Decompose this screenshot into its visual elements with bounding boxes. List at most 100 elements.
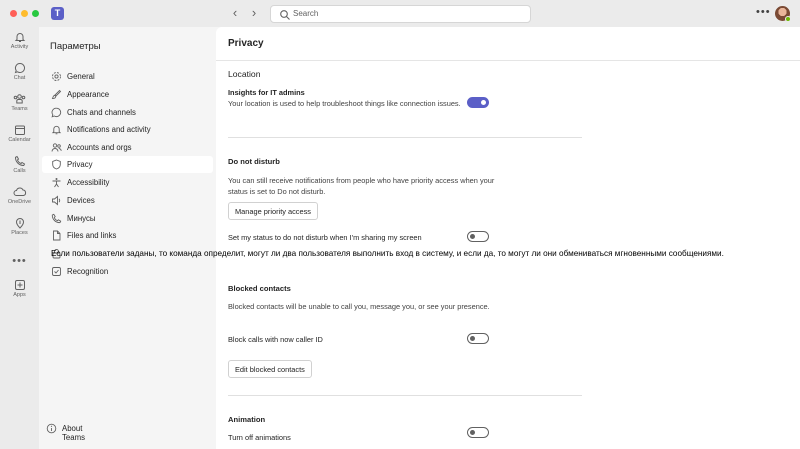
app-rail: Activity Chat Teams Calendar Calls OneDr… (0, 27, 39, 449)
rail-label: OneDrive (7, 199, 32, 205)
sidebar-item-label: General (67, 72, 95, 81)
sidebar-item-files-and-links[interactable]: Files and links (42, 227, 213, 244)
paintbrush-icon (51, 89, 62, 99)
cloud-icon (13, 187, 26, 196)
add-app-icon (14, 280, 25, 290)
rail-item-calls[interactable]: Calls (0, 155, 39, 185)
location-icon (15, 218, 24, 229)
sidebar-item-accounts[interactable]: Accounts and orgs (42, 139, 213, 156)
calendar-icon (14, 125, 25, 135)
sidebar-item-label: Chats and channels (67, 108, 136, 117)
rail-item-onedrive[interactable]: OneDrive (0, 186, 39, 216)
teams-logo-icon: T (51, 7, 64, 20)
dnd-heading: Do not disturb (228, 157, 280, 166)
rail-item-teams[interactable]: Teams (0, 93, 39, 123)
shield-icon (52, 159, 61, 170)
block-calls-toggle[interactable] (467, 333, 489, 344)
screen-share-dnd-toggle[interactable] (467, 231, 489, 242)
sidebar-item-label: Files and links (67, 231, 117, 240)
toggle-knob (470, 234, 475, 239)
rail-label: Activity (10, 44, 29, 50)
sidebar-item-label: Privacy (67, 160, 93, 169)
bell-icon (51, 125, 62, 135)
status-badge (785, 16, 791, 22)
info-icon (46, 423, 57, 434)
search-placeholder: Search (293, 9, 319, 18)
toggle-knob (470, 336, 475, 341)
location-heading: Location (228, 69, 261, 79)
edit-blocked-contacts-button[interactable]: Edit blocked contacts (228, 360, 312, 378)
section-divider (228, 395, 582, 396)
close-window-button[interactable] (10, 10, 17, 17)
minimize-window-button[interactable] (21, 10, 28, 17)
bell-icon (14, 33, 25, 42)
sidebar-item-label: Appearance (67, 90, 110, 99)
forward-arrow-icon[interactable]: › (247, 6, 261, 20)
rail-label: Apps (13, 292, 26, 298)
turn-off-animations-label: Turn off animations (228, 433, 291, 442)
sidebar-item-label: Devices (67, 196, 95, 205)
sidebar-title: Параметры (50, 41, 101, 52)
rail-label: Places (11, 230, 28, 236)
rail-item-places[interactable]: Places (0, 217, 39, 247)
sidebar-item-label: Accessibility (67, 178, 110, 187)
screen-share-dnd-label: Set my status to do not disturb when I'm… (228, 233, 422, 242)
settings-sidebar: Параметры General Appearance Chats and c… (39, 27, 216, 449)
teams-icon (13, 94, 26, 104)
section-divider (228, 137, 582, 138)
sidebar-item-label: Recognition (67, 267, 109, 276)
privacy-panel: Privacy Location Insights for IT admins … (216, 27, 800, 449)
speaker-icon (52, 195, 61, 206)
file-icon (53, 230, 61, 241)
phone-icon (14, 155, 25, 167)
badge-icon (52, 267, 61, 276)
about-teams-label: About Teams (62, 424, 85, 442)
header-divider (216, 60, 800, 61)
sidebar-item-notifications[interactable]: Notifications and activity (42, 121, 213, 138)
back-arrow-icon[interactable]: ‹ (228, 6, 242, 20)
rail-label: Calls (13, 168, 26, 174)
turn-off-animations-toggle[interactable] (467, 427, 489, 438)
block-calls-label: Block calls with now caller ID (228, 335, 323, 344)
sidebar-item-accessibility[interactable]: Accessibility (42, 174, 213, 191)
blocked-description: Blocked contacts will be unable to call … (228, 302, 490, 311)
search-input[interactable]: Search (270, 5, 531, 23)
insights-toggle[interactable] (467, 97, 489, 108)
insights-title: Insights for IT admins (228, 88, 305, 97)
more-apps-icon[interactable]: ••• (0, 255, 39, 267)
chat-icon (51, 107, 62, 118)
chat-icon (14, 62, 25, 74)
toggle-knob (470, 430, 475, 435)
sidebar-item-appearance[interactable]: Appearance (42, 86, 213, 103)
toggle-knob (481, 100, 486, 105)
rail-item-apps[interactable]: Apps (0, 279, 39, 309)
rail-label: Chat (13, 75, 26, 81)
rail-item-calendar[interactable]: Calendar (0, 124, 39, 154)
insights-description: Your location is used to help troublesho… (228, 99, 461, 108)
page-title: Privacy (228, 38, 264, 49)
sidebar-item-privacy[interactable]: Privacy (42, 156, 213, 173)
animation-heading: Animation (228, 415, 266, 424)
sidebar-item-label: Accounts and orgs (67, 143, 132, 152)
gear-icon (52, 72, 61, 81)
sidebar-item-recognition[interactable]: Recognition (42, 263, 213, 280)
maximize-window-button[interactable] (32, 10, 39, 17)
rail-label: Teams (11, 106, 28, 112)
sidebar-item-label: Минусы (67, 214, 96, 223)
sidebar-item-calls[interactable]: Минусы (42, 210, 213, 227)
sidebar-item-chats-and-channels[interactable]: Chats and channels (42, 104, 213, 121)
blocked-heading: Blocked contacts (228, 284, 291, 293)
phone-icon (51, 213, 62, 224)
rail-label: Calendar (8, 137, 31, 143)
sidebar-item-devices[interactable]: Devices (42, 192, 213, 209)
accessibility-icon (52, 178, 61, 188)
rail-item-activity[interactable]: Activity (0, 31, 39, 61)
sidebar-item-general[interactable]: General (42, 68, 213, 85)
manage-priority-access-button[interactable]: Manage priority access (228, 202, 318, 220)
more-options-icon[interactable]: ••• (756, 6, 771, 18)
overlay-caption: Если пользователи заданы, то команда опр… (51, 249, 724, 258)
rail-item-chat[interactable]: Chat (0, 62, 39, 92)
sidebar-item-label: Notifications and activity (67, 125, 151, 134)
dnd-description: You can still receive notifications from… (228, 176, 495, 196)
search-icon (280, 10, 290, 20)
